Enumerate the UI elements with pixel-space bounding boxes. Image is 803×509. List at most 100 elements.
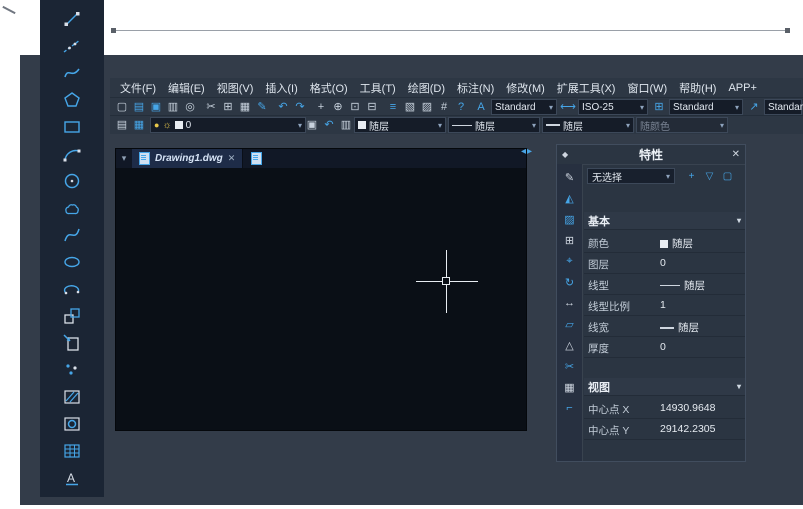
polygon-icon[interactable] [59, 89, 85, 111]
table-style-combo[interactable]: Standard ▾ [669, 99, 743, 115]
panel-pin-icon[interactable]: ◆ [562, 150, 568, 159]
collapse-chevron-icon[interactable]: ▾ [737, 216, 741, 225]
copy-icon[interactable]: ⊞ [220, 99, 236, 114]
spline-icon[interactable] [59, 224, 85, 246]
tab-list-chevron-icon[interactable]: ▾ [116, 153, 132, 164]
collapse-chevron-icon[interactable]: ▾ [737, 382, 741, 391]
menu-insert[interactable]: 插入(I) [259, 80, 303, 96]
grip-handle-left[interactable] [111, 28, 116, 33]
panel-splitter-arrows[interactable]: ◂▸ [521, 146, 533, 157]
dim-style-combo[interactable]: ISO-25 ▾ [578, 99, 648, 115]
layer-properties-icon[interactable]: ▤ [114, 117, 130, 132]
polyline-icon[interactable] [59, 62, 85, 84]
tool-palettes-icon[interactable]: ▨ [419, 99, 435, 114]
grip-handle-right[interactable] [785, 28, 790, 33]
help-icon[interactable]: ? [453, 99, 469, 114]
array-icon[interactable]: ⊞ [562, 233, 578, 247]
menu-app[interactable]: APP+ [722, 82, 762, 94]
pan-icon[interactable]: + [313, 99, 329, 114]
select-objects-icon[interactable]: ▢ [720, 169, 735, 183]
menu-file[interactable]: 文件(F) [114, 80, 162, 96]
color-combo[interactable]: 随层 ▾ [354, 117, 446, 133]
property-value-thickness[interactable]: 0 [660, 341, 666, 353]
section-basic[interactable]: 基本 ▾ [584, 212, 745, 230]
design-center-icon[interactable]: ▧ [402, 99, 418, 114]
move-icon[interactable]: ↔ [562, 296, 578, 310]
ellipse-arc-icon[interactable] [59, 278, 85, 300]
table-icon[interactable] [59, 440, 85, 462]
section-view[interactable]: 视图 ▾ [584, 378, 745, 396]
rectangle-icon[interactable] [59, 116, 85, 138]
menu-tools[interactable]: 工具(T) [354, 80, 402, 96]
selection-combo[interactable]: 无选择 ▾ [587, 168, 675, 184]
quick-select-icon[interactable]: ▽ [702, 169, 717, 183]
menu-view[interactable]: 视图(V) [211, 80, 260, 96]
scale-icon[interactable]: △ [562, 338, 578, 352]
property-value-color[interactable]: 随层 [660, 236, 693, 251]
trim-icon[interactable]: ✂ [562, 359, 578, 373]
linetype-combo[interactable]: 随层 ▾ [448, 117, 540, 133]
layer-previous-icon[interactable]: ↶ [321, 117, 337, 132]
text-style-combo[interactable]: Standard ▾ [491, 99, 557, 115]
ellipse-icon[interactable] [59, 251, 85, 273]
revision-cloud-icon[interactable] [59, 197, 85, 219]
mtext-icon[interactable]: A [59, 467, 85, 489]
drawing-canvas[interactable]: ▾ Drawing1.dwg ✕ [115, 148, 527, 431]
drawing-tab[interactable]: Drawing1.dwg ✕ [132, 149, 243, 168]
zoom-previous-icon[interactable]: ⊟ [364, 99, 380, 114]
donut-icon[interactable] [59, 413, 85, 435]
plot-preview-icon[interactable]: ◎ [182, 99, 198, 114]
make-object-layer-current-icon[interactable]: ▣ [304, 117, 320, 132]
menu-format[interactable]: 格式(O) [304, 80, 354, 96]
property-value-linetype-scale[interactable]: 1 [660, 299, 666, 311]
mleader-style-icon[interactable]: ↗ [746, 99, 762, 114]
hatch-icon[interactable]: ▨ [562, 212, 578, 226]
menu-window[interactable]: 窗口(W) [621, 80, 673, 96]
arc-icon[interactable] [59, 143, 85, 165]
tab-close-icon[interactable]: ✕ [228, 153, 236, 164]
line-icon[interactable] [59, 8, 85, 30]
offset-icon[interactable]: ▱ [562, 317, 578, 331]
match-properties-icon[interactable]: ✎ [254, 99, 270, 114]
menu-express[interactable]: 扩展工具(X) [551, 80, 622, 96]
new-drawing-icon[interactable] [251, 152, 262, 165]
zoom-realtime-icon[interactable]: ⊕ [330, 99, 346, 114]
layer-manager-icon[interactable]: ▦ [131, 117, 147, 132]
snap-center-icon[interactable]: ⌖ [562, 254, 578, 268]
mirror-icon[interactable]: ◭ [562, 191, 578, 205]
menu-draw[interactable]: 绘图(D) [402, 80, 451, 96]
dim-style-icon[interactable]: ⟷ [560, 99, 576, 114]
match-properties-icon[interactable]: ✎ [562, 170, 578, 184]
rotate-icon[interactable]: ↻ [562, 275, 578, 289]
panel-close-icon[interactable]: ✕ [732, 149, 740, 160]
redo-icon[interactable]: ↷ [292, 99, 308, 114]
construction-line-icon[interactable] [59, 35, 85, 57]
text-style-icon[interactable]: A [473, 99, 489, 114]
new-icon[interactable]: ▢ [114, 99, 130, 114]
plot-icon[interactable]: ▥ [165, 99, 181, 114]
selected-line[interactable] [115, 30, 788, 31]
copy-icon[interactable]: ▦ [562, 380, 578, 394]
hatch-icon[interactable] [59, 386, 85, 408]
insert-block-icon[interactable] [59, 332, 85, 354]
property-value-lineweight[interactable]: 随层 [660, 320, 699, 335]
cut-icon[interactable]: ✂ [203, 99, 219, 114]
point-icon[interactable] [59, 359, 85, 381]
property-value-linetype[interactable]: 随层 [660, 278, 705, 293]
calculator-icon[interactable]: # [436, 99, 452, 114]
mleader-style-combo[interactable]: Standard ▾ [764, 99, 802, 115]
open-icon[interactable]: ▤ [131, 99, 147, 114]
menu-help[interactable]: 帮助(H) [673, 80, 722, 96]
properties-panel-header[interactable]: ◆ 特性 ✕ [557, 145, 745, 165]
property-value-center-y[interactable]: 29142.2305 [660, 423, 715, 435]
lineweight-combo[interactable]: 随层 ▾ [542, 117, 634, 133]
undo-icon[interactable]: ↶ [275, 99, 291, 114]
paste-icon[interactable]: ▦ [237, 99, 253, 114]
table-style-icon[interactable]: ⊞ [651, 99, 667, 114]
zoom-window-icon[interactable]: ⊡ [347, 99, 363, 114]
layer-states-icon[interactable]: ▥ [338, 117, 354, 132]
menu-edit[interactable]: 编辑(E) [162, 80, 211, 96]
layer-combo[interactable]: ● ☼ 0 ▾ [150, 117, 306, 133]
measure-icon[interactable]: ⌐ [562, 401, 578, 415]
menu-dimension[interactable]: 标注(N) [451, 80, 500, 96]
